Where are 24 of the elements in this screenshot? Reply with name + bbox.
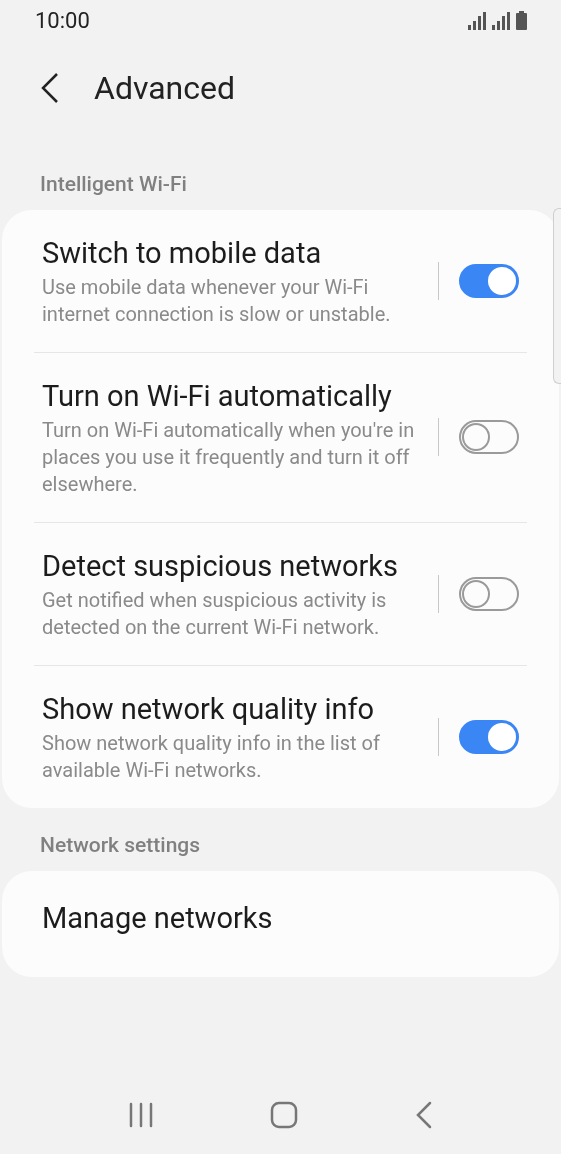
recent-apps-icon[interactable] <box>128 1102 155 1128</box>
setting-title: Turn on Wi-Fi automatically <box>42 377 393 415</box>
page-title: Advanced <box>94 67 236 109</box>
home-icon[interactable] <box>270 1101 299 1129</box>
section-header: Intelligent Wi-Fi <box>40 172 187 196</box>
toggle-switch[interactable] <box>459 719 519 754</box>
setting-title: Switch to mobile data <box>42 234 323 272</box>
setting-title: Show network quality info <box>42 690 376 728</box>
setting-description: Get notified when suspicious activity is detected on the current Wi-Fi network. <box>42 586 388 641</box>
setting-description: Turn on Wi-Fi automatically when you're in places you use it frequently and turn it off elsewhere. <box>42 416 416 498</box>
battery-icon <box>516 10 527 30</box>
signal-icon <box>468 10 486 30</box>
setting-title: Manage networks <box>42 900 274 937</box>
setting-description: Show network quality info in the list of available Wi-Fi networks. <box>42 729 381 784</box>
toggle-switch[interactable] <box>459 420 519 454</box>
setting-description: Use mobile data whenever your Wi-Fi internet connection is slow or unstable. <box>42 273 392 328</box>
toggle-switch[interactable] <box>459 263 519 298</box>
back-icon[interactable] <box>414 1101 433 1129</box>
back-icon <box>40 71 60 104</box>
section-header: Network settings <box>40 832 201 857</box>
setting-title: Detect suspicious networks <box>42 547 399 585</box>
toggle-switch[interactable] <box>459 576 519 611</box>
signal-icon <box>492 10 510 30</box>
status-time: 10:00 <box>35 6 90 35</box>
